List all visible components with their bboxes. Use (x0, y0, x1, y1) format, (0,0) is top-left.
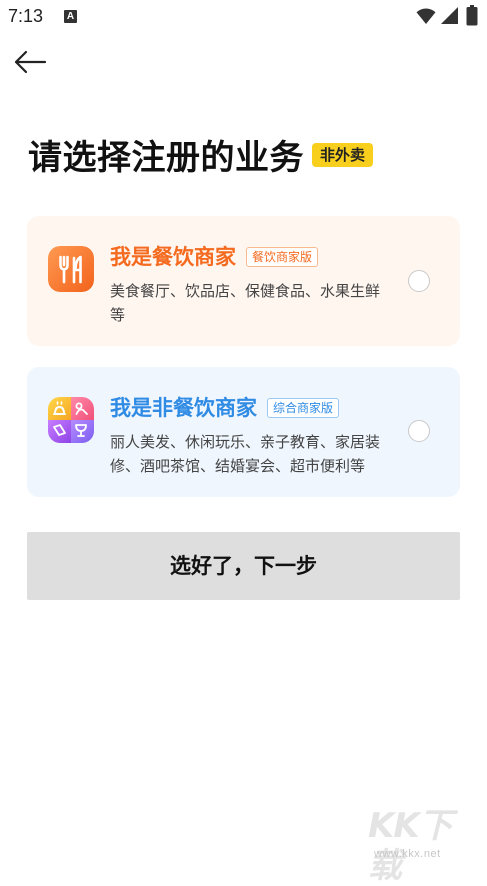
watermark-logo: KK下载 (368, 806, 453, 886)
card-title-row: 我是餐饮商家 餐饮商家版 (110, 242, 319, 272)
card-title-row: 我是非餐饮商家 综合商家版 (110, 393, 340, 423)
back-button[interactable] (12, 46, 48, 78)
option-title: 我是餐饮商家 (110, 245, 236, 269)
option-title: 我是非餐饮商家 (110, 396, 257, 420)
option-description: 美食餐厅、饮品店、保健食品、水果生鲜等 (110, 282, 381, 324)
noncatering-radio-button[interactable] (408, 420, 430, 442)
watermark-url: www.kkx.net (374, 848, 441, 860)
next-step-button[interactable]: 选好了，下一步 (27, 532, 460, 600)
catering-radio-button[interactable] (408, 270, 430, 292)
multi-category-icon (48, 397, 94, 443)
arrow-left-icon (14, 50, 47, 74)
option-tag: 餐饮商家版 (246, 247, 319, 267)
page-title: 请选择注册的业务 (28, 138, 304, 178)
watermark: KK下载 www.kkx.net (368, 806, 480, 886)
option-tag: 综合商家版 (267, 398, 340, 418)
status-time: 7:13 (8, 6, 44, 26)
battery-icon (466, 5, 478, 26)
catering-merchant-option[interactable]: 我是餐饮商家 餐饮商家版 美食餐厅、饮品店、保健食品、水果生鲜等 (27, 216, 460, 346)
noncatering-merchant-option[interactable]: 我是非餐饮商家 综合商家版 丽人美发、休闲玩乐、亲子教育、家居装修、酒吧茶馆、结… (27, 367, 460, 497)
page-title-row: 请选择注册的业务 非外卖 (28, 130, 374, 179)
fork-knife-icon (48, 246, 94, 292)
a-icon: A (64, 10, 77, 23)
non-takeaway-badge: 非外卖 (312, 142, 374, 167)
wifi-icon (416, 8, 436, 24)
signal-icon (441, 7, 458, 24)
status-bar: 7:13 A (0, 0, 487, 34)
option-description: 丽人美发、休闲玩乐、亲子教育、家居装修、酒吧茶馆、结婚宴会、超市便利等 (110, 433, 381, 475)
